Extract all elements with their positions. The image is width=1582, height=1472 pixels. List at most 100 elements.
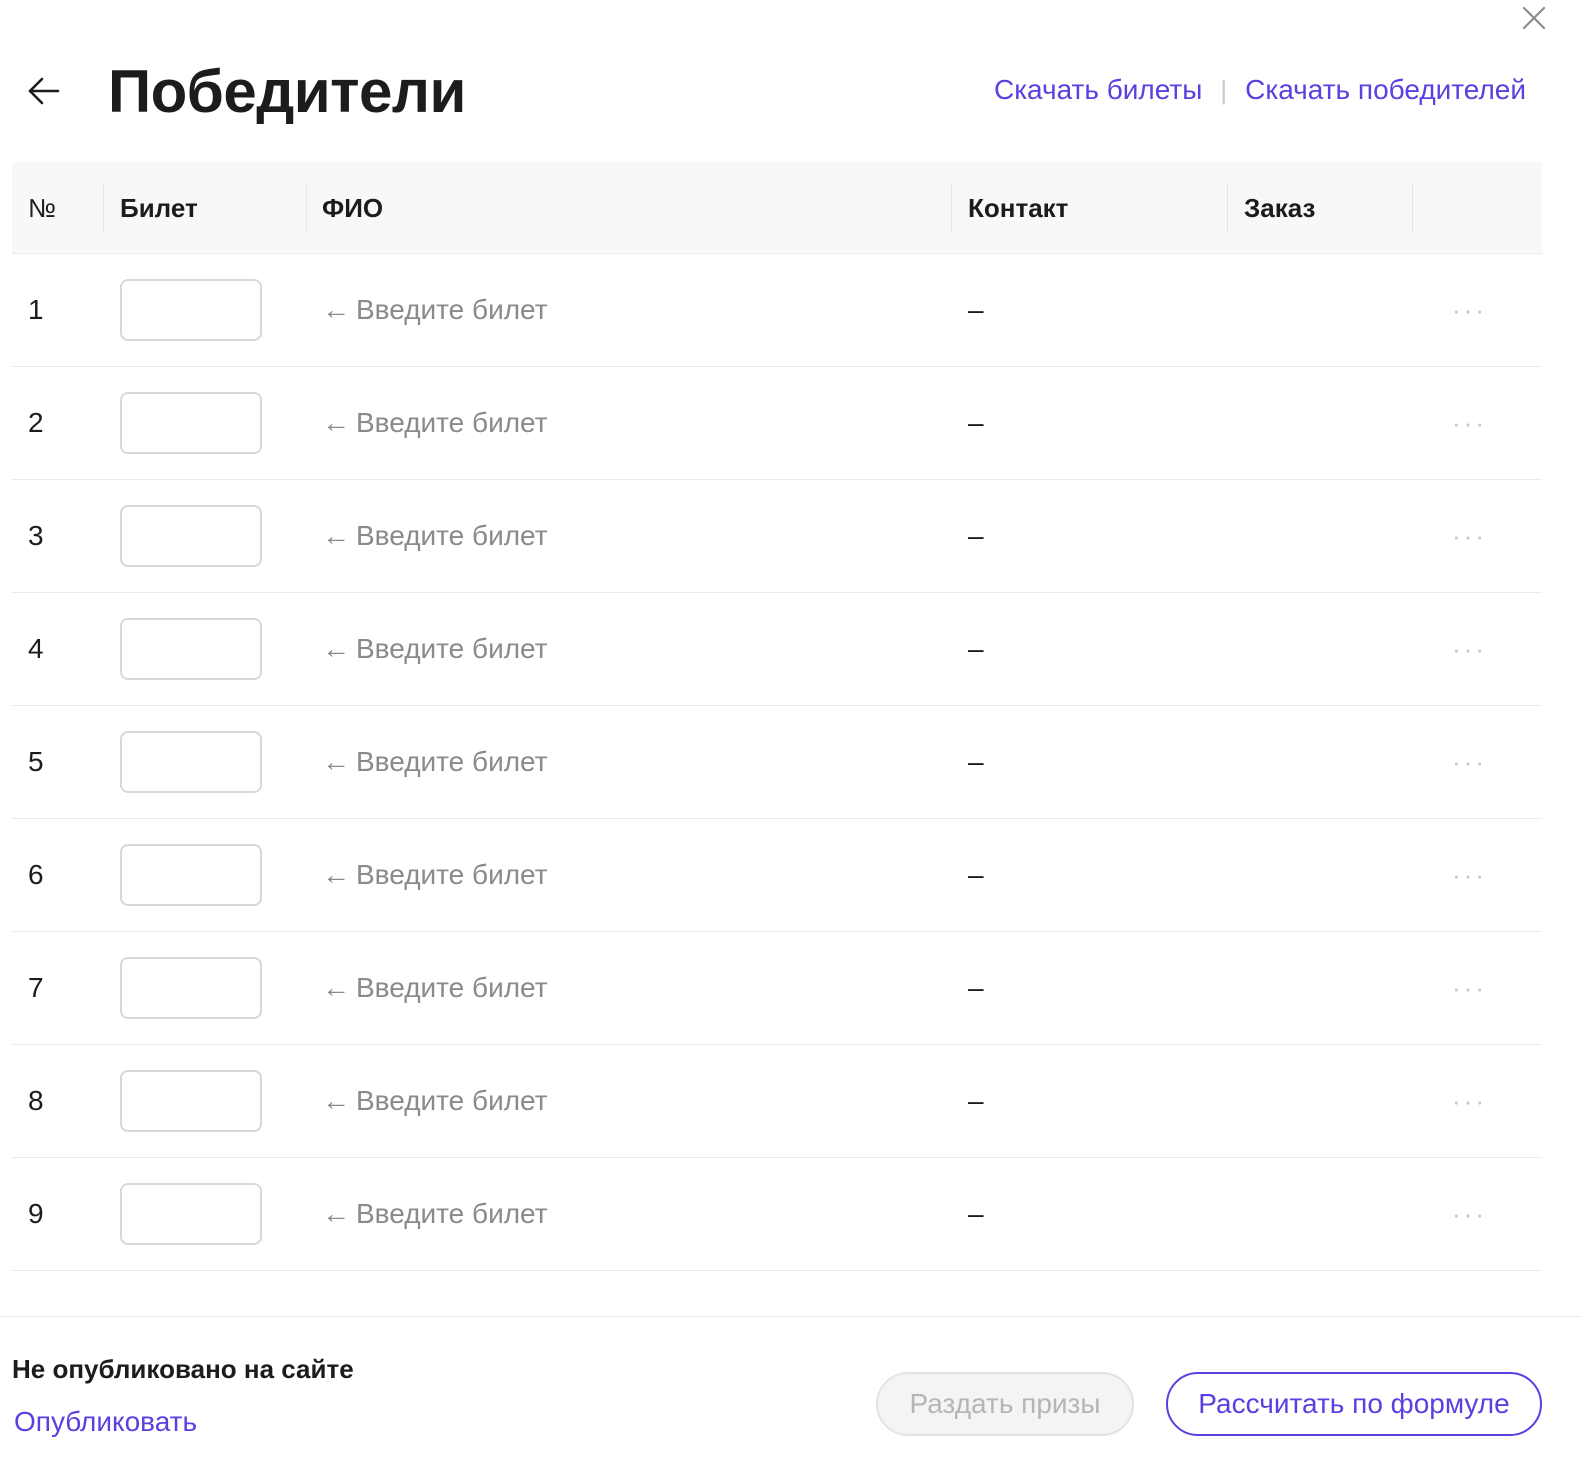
row-number: 1 — [28, 294, 44, 325]
enter-ticket-hint: Введите билет — [356, 746, 548, 777]
arrow-left-icon: ← — [322, 633, 350, 664]
ticket-input[interactable] — [120, 731, 262, 793]
back-button[interactable] — [26, 72, 64, 110]
close-icon — [1522, 6, 1546, 30]
ticket-cell — [120, 932, 262, 1044]
row-number: 5 — [28, 746, 44, 777]
ticket-cell — [120, 1045, 262, 1157]
column-divider — [951, 184, 952, 232]
name-cell: ← Введите билет — [322, 1045, 548, 1157]
more-horizontal-icon[interactable]: ··· — [1452, 819, 1487, 931]
contact-cell: – — [968, 294, 984, 325]
close-button[interactable] — [1518, 2, 1550, 34]
arrow-left-icon: ← — [322, 294, 350, 325]
table-row: 2 ← Введите билет – ··· — [12, 367, 1542, 480]
download-tickets-link[interactable]: Скачать билеты — [994, 72, 1202, 108]
name-cell: ← Введите билет — [322, 480, 548, 592]
more-horizontal-icon[interactable]: ··· — [1452, 480, 1487, 592]
table-row: 3 ← Введите билет – ··· — [12, 480, 1542, 593]
enter-ticket-hint: Введите билет — [356, 294, 548, 325]
ticket-input[interactable] — [120, 505, 262, 567]
row-number: 9 — [28, 1198, 44, 1229]
ticket-input[interactable] — [120, 957, 262, 1019]
ticket-cell — [120, 593, 262, 705]
table-row: 1 ← Введите билет – ··· — [12, 254, 1542, 367]
distribute-prizes-button[interactable]: Раздать призы — [876, 1372, 1134, 1436]
contact-cell: – — [968, 746, 984, 777]
table-row: 4 ← Введите билет – ··· — [12, 593, 1542, 706]
arrow-left-icon: ← — [322, 972, 350, 1003]
name-cell: ← Введите билет — [322, 367, 548, 479]
table-row: 7 ← Введите билет – ··· — [12, 932, 1542, 1045]
column-header-order: Заказ — [1244, 192, 1316, 223]
name-cell: ← Введите билет — [322, 932, 548, 1044]
arrow-left-icon: ← — [322, 746, 350, 777]
publish-link[interactable]: Опубликовать — [14, 1406, 197, 1438]
column-header-name: ФИО — [322, 192, 384, 223]
row-number: 3 — [28, 520, 44, 551]
row-number: 7 — [28, 972, 44, 1003]
ticket-cell — [120, 254, 262, 366]
contact-cell: – — [968, 520, 984, 551]
contact-cell: – — [968, 972, 984, 1003]
column-divider — [306, 184, 307, 232]
ticket-cell — [120, 706, 262, 818]
arrow-left-icon — [28, 77, 60, 105]
more-horizontal-icon[interactable]: ··· — [1452, 1158, 1487, 1270]
contact-cell: – — [968, 859, 984, 890]
arrow-left-icon: ← — [322, 859, 350, 890]
name-cell: ← Введите билет — [322, 254, 548, 366]
footer-divider — [0, 1316, 1582, 1317]
more-horizontal-icon[interactable]: ··· — [1452, 254, 1487, 366]
more-horizontal-icon[interactable]: ··· — [1452, 593, 1487, 705]
enter-ticket-hint: Введите билет — [356, 972, 548, 1003]
column-divider — [1412, 184, 1413, 232]
column-header-ticket: Билет — [120, 192, 198, 223]
name-cell: ← Введите билет — [322, 1158, 548, 1270]
ticket-cell — [120, 480, 262, 592]
arrow-left-icon: ← — [322, 1085, 350, 1116]
ticket-input[interactable] — [120, 618, 262, 680]
table-row: 8 ← Введите билет – ··· — [12, 1045, 1542, 1158]
arrow-left-icon: ← — [322, 520, 350, 551]
ticket-input[interactable] — [120, 1183, 262, 1245]
contact-cell: – — [968, 1085, 984, 1116]
name-cell: ← Введите билет — [322, 593, 548, 705]
page-title: Победители — [108, 58, 466, 125]
ticket-cell — [120, 819, 262, 931]
row-number: 6 — [28, 859, 44, 890]
column-header-number: № — [28, 192, 56, 223]
row-number: 2 — [28, 407, 44, 438]
more-horizontal-icon[interactable]: ··· — [1452, 1045, 1487, 1157]
column-header-contact: Контакт — [968, 192, 1069, 223]
enter-ticket-hint: Введите билет — [356, 407, 548, 438]
ticket-cell — [120, 367, 262, 479]
enter-ticket-hint: Введите билет — [356, 1198, 548, 1229]
publish-status: Не опубликовано на сайте — [12, 1354, 354, 1384]
ticket-input[interactable] — [120, 1070, 262, 1132]
header-links: Скачать билеты | Скачать победителей — [994, 72, 1526, 108]
table-row: 9 ← Введите билет – ··· — [12, 1158, 1542, 1271]
link-separator: | — [1220, 75, 1228, 105]
row-number: 4 — [28, 633, 44, 664]
table-body: 1 ← Введите билет – ··· 2 ← Введите билет – ··· 3 ←… — [12, 254, 1542, 1271]
more-horizontal-icon[interactable]: ··· — [1452, 932, 1487, 1044]
more-horizontal-icon[interactable]: ··· — [1452, 367, 1487, 479]
calculate-by-formula-button[interactable]: Рассчитать по формуле — [1166, 1372, 1542, 1436]
contact-cell: – — [968, 633, 984, 664]
arrow-left-icon: ← — [322, 1198, 350, 1229]
enter-ticket-hint: Введите билет — [356, 1085, 548, 1116]
ticket-input[interactable] — [120, 844, 262, 906]
table-row: 5 ← Введите билет – ··· — [12, 706, 1542, 819]
download-winners-link[interactable]: Скачать победителей — [1245, 72, 1526, 108]
column-divider — [103, 184, 104, 232]
ticket-input[interactable] — [120, 392, 262, 454]
table-row: 6 ← Введите билет – ··· — [12, 819, 1542, 932]
more-horizontal-icon[interactable]: ··· — [1452, 706, 1487, 818]
contact-cell: – — [968, 1198, 984, 1229]
ticket-cell — [120, 1158, 262, 1270]
ticket-input[interactable] — [120, 279, 262, 341]
contact-cell: – — [968, 407, 984, 438]
enter-ticket-hint: Введите билет — [356, 633, 548, 664]
name-cell: ← Введите билет — [322, 706, 548, 818]
